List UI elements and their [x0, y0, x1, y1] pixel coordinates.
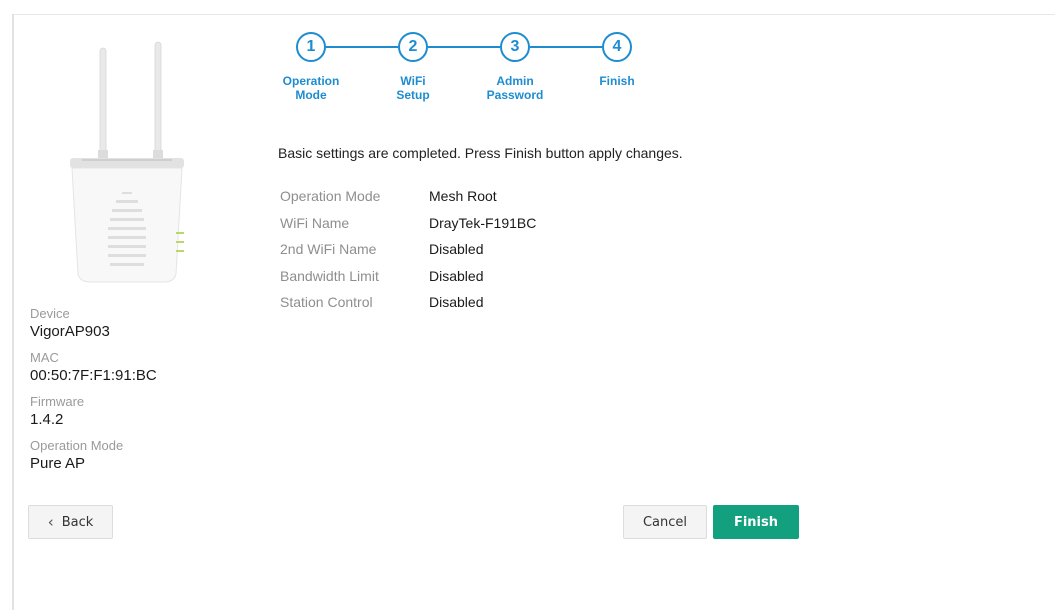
summary-row: Bandwidth Limit Disabled [280, 263, 536, 290]
top-divider [12, 14, 1055, 15]
step-connector [326, 46, 398, 48]
operation-mode-label: Operation Mode [30, 438, 124, 453]
device-image [70, 41, 184, 283]
chevron-left-icon: ‹ [47, 513, 54, 531]
summary-key: Bandwidth Limit [280, 267, 379, 284]
firmware-label: Firmware [30, 394, 85, 409]
step-1-label-line2: Mode [295, 88, 327, 102]
wizard-stepper: 1 2 3 4 Operation Mode WiFi Setup Admin … [273, 30, 653, 110]
step-3-label: Admin Password [475, 74, 555, 102]
finish-button[interactable]: Finish [713, 505, 799, 539]
settings-summary: Operation Mode Mesh Root WiFi Name DrayT… [280, 183, 536, 316]
operation-mode-value: Pure AP [30, 455, 86, 472]
step-4-label-line1: Finish [599, 74, 635, 88]
device-info-panel: Device VigorAP903 MAC 00:50:7F:F1:91:BC … [30, 306, 230, 482]
step-2-label-line2: Setup [396, 88, 430, 102]
summary-value: DrayTek-F191BC [429, 214, 537, 231]
device-value: VigorAP903 [30, 323, 110, 340]
mac-label: MAC [30, 350, 59, 365]
device-label: Device [30, 306, 70, 321]
summary-value: Disabled [429, 241, 484, 258]
summary-value: Disabled [429, 294, 484, 311]
completion-message: Basic settings are completed. Press Fini… [278, 145, 683, 161]
left-divider [12, 14, 14, 610]
step-connector [530, 46, 602, 48]
summary-row: Operation Mode Mesh Root [280, 183, 536, 210]
step-4-circle: 4 [602, 32, 632, 62]
back-button-label: Back [61, 514, 94, 530]
step-3-label-line1: Admin [496, 74, 534, 88]
step-1-label-line1: Operation [282, 74, 340, 88]
step-1-label: Operation Mode [271, 74, 351, 102]
summary-value: Mesh Root [429, 188, 497, 205]
cancel-button[interactable]: Cancel [623, 505, 707, 539]
summary-key: 2nd WiFi Name [280, 241, 377, 258]
summary-row: Station Control Disabled [280, 289, 536, 316]
step-2-label: WiFi Setup [373, 74, 453, 102]
summary-key: Station Control [280, 294, 373, 311]
step-2-label-line1: WiFi [400, 74, 426, 88]
setup-wizard-page: Device VigorAP903 MAC 00:50:7F:F1:91:BC … [0, 0, 1055, 610]
summary-key: WiFi Name [280, 214, 350, 231]
step-2-circle: 2 [398, 32, 428, 62]
back-button[interactable]: ‹ Back [28, 505, 113, 539]
step-1-circle: 1 [296, 32, 326, 62]
mac-value: 00:50:7F:F1:91:BC [30, 367, 157, 384]
summary-row: 2nd WiFi Name Disabled [280, 236, 536, 263]
step-3-circle: 3 [500, 32, 530, 62]
step-3-label-line2: Password [486, 88, 544, 102]
summary-key: Operation Mode [280, 188, 381, 205]
step-connector [428, 46, 500, 48]
step-4-label: Finish [577, 74, 657, 88]
firmware-value: 1.4.2 [30, 411, 64, 428]
summary-row: WiFi Name DrayTek-F191BC [280, 210, 536, 237]
summary-value: Disabled [429, 267, 484, 284]
